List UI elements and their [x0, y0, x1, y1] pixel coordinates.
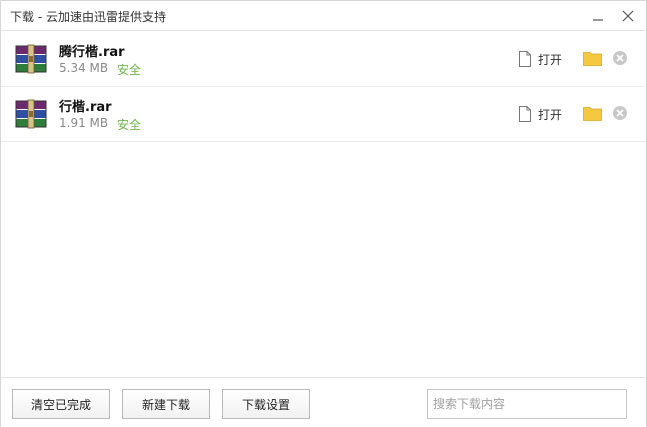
minimize-button[interactable]	[588, 6, 608, 26]
open-file-button[interactable]: 打开	[518, 50, 562, 68]
window-title: 下载 - 云加速由迅雷提供支持	[10, 10, 166, 24]
download-item[interactable]: 行楷.rar 1.91 MB 安全 打开	[1, 87, 646, 142]
document-icon	[519, 106, 531, 122]
open-file-button[interactable]: 打开	[518, 105, 562, 123]
bottom-toolbar: 清空已完成 新建下载 下载设置	[1, 377, 646, 427]
file-size: 5.34 MB	[59, 61, 109, 75]
download-item[interactable]: 腾行楷.rar 5.34 MB 安全 打开	[1, 32, 646, 87]
open-label: 打开	[538, 107, 563, 122]
download-settings-button[interactable]: 下载设置	[222, 389, 310, 419]
open-label: 打开	[538, 52, 563, 67]
download-window: 下载 - 云加速由迅雷提供支持 腾行楷.rar 5.34 MB 安全 打开 行楷…	[0, 0, 647, 427]
file-size: 1.91 MB	[59, 116, 109, 130]
folder-icon[interactable]	[583, 50, 602, 66]
safety-status: 安全	[117, 118, 142, 132]
search-input[interactable]	[427, 389, 627, 419]
document-icon	[519, 51, 531, 67]
winrar-archive-icon	[15, 99, 47, 129]
winrar-archive-icon	[15, 44, 47, 74]
close-window-button[interactable]	[618, 6, 638, 26]
file-name[interactable]: 行楷.rar	[59, 96, 112, 115]
title-bar: 下载 - 云加速由迅雷提供支持	[1, 1, 646, 31]
close-icon	[622, 10, 634, 22]
clear-completed-button[interactable]: 清空已完成	[12, 389, 110, 419]
remove-circle-icon[interactable]	[612, 105, 628, 121]
folder-icon[interactable]	[583, 105, 602, 121]
file-name[interactable]: 腾行楷.rar	[59, 41, 125, 60]
remove-circle-icon[interactable]	[612, 50, 628, 66]
minimize-icon	[593, 19, 603, 21]
download-list: 腾行楷.rar 5.34 MB 安全 打开 行楷.rar 1.91 MB 安全	[1, 32, 646, 142]
new-download-button[interactable]: 新建下载	[122, 389, 210, 419]
safety-status: 安全	[117, 63, 142, 77]
